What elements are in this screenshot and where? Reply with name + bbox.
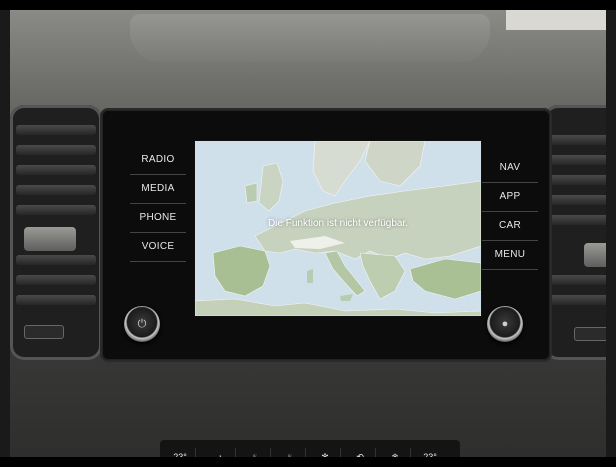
vent-slat	[550, 295, 606, 305]
vent-slat	[16, 185, 96, 195]
seat-heat-icon[interactable]: ♨	[275, 448, 306, 457]
vent-slat	[550, 215, 606, 225]
vent-slat	[16, 295, 96, 305]
left-temp-display[interactable]: 23°	[165, 448, 196, 457]
vent-thumbwheel[interactable]	[574, 327, 606, 341]
menu-button[interactable]: MENU	[482, 241, 538, 270]
vent-slat	[16, 255, 96, 265]
recirculation-icon[interactable]: ⟲	[345, 448, 376, 457]
vent-slat	[16, 125, 96, 135]
phone-button[interactable]: PHONE	[130, 204, 186, 233]
seat-heat-icon[interactable]: ♨	[240, 448, 271, 457]
seat-cool-icon[interactable]: ❄	[380, 448, 411, 457]
climate-control-panel: 23° ♪ ♨ ♨ ✻ ⟲ ❄ 23°	[160, 440, 460, 457]
vent-slat	[16, 145, 96, 155]
car-button[interactable]: CAR	[482, 212, 538, 241]
volume-knob[interactable]: ⏻	[124, 306, 160, 342]
vent-slat	[550, 195, 606, 205]
music-note-icon[interactable]: ♪	[205, 448, 236, 457]
right-air-vent	[544, 105, 606, 360]
infotainment-unit: RADIO MEDIA PHONE VOICE Die Funktion ist…	[102, 110, 550, 360]
left-air-vent	[10, 105, 102, 360]
bottom-frame-bar	[0, 457, 616, 467]
right-temp-display[interactable]: 23°	[415, 448, 445, 457]
vent-adjust-tab[interactable]	[24, 227, 76, 251]
app-button[interactable]: APP	[482, 183, 538, 212]
left-button-column: RADIO MEDIA PHONE VOICE	[130, 146, 186, 262]
vent-thumbwheel[interactable]	[24, 325, 64, 339]
media-button[interactable]: MEDIA	[130, 175, 186, 204]
vent-slat	[16, 205, 96, 215]
dashboard: RADIO MEDIA PHONE VOICE Die Funktion ist…	[10, 10, 606, 457]
vent-slat	[550, 155, 606, 165]
right-button-column: NAV APP CAR MENU	[482, 154, 538, 270]
vent-slat	[16, 275, 96, 285]
dash-top-panel	[130, 14, 490, 62]
nav-button[interactable]: NAV	[482, 154, 538, 183]
tuning-knob[interactable]: ●	[487, 306, 523, 342]
unavailable-message: Die Funktion ist nicht verfügbar.	[267, 218, 409, 229]
vent-slat	[550, 175, 606, 185]
vent-slat	[16, 165, 96, 175]
vent-adjust-tab[interactable]	[584, 243, 606, 267]
fan-icon[interactable]: ✻	[310, 448, 341, 457]
push-icon: ●	[501, 318, 509, 330]
vent-slat	[550, 135, 606, 145]
window-reflection	[506, 10, 606, 30]
vent-slat	[550, 275, 606, 285]
power-icon: ⏻	[137, 318, 147, 330]
radio-button[interactable]: RADIO	[130, 146, 186, 175]
touchscreen[interactable]: Die Funktion ist nicht verfügbar.	[194, 140, 482, 317]
voice-button[interactable]: VOICE	[130, 233, 186, 262]
top-frame-bar	[0, 0, 616, 10]
